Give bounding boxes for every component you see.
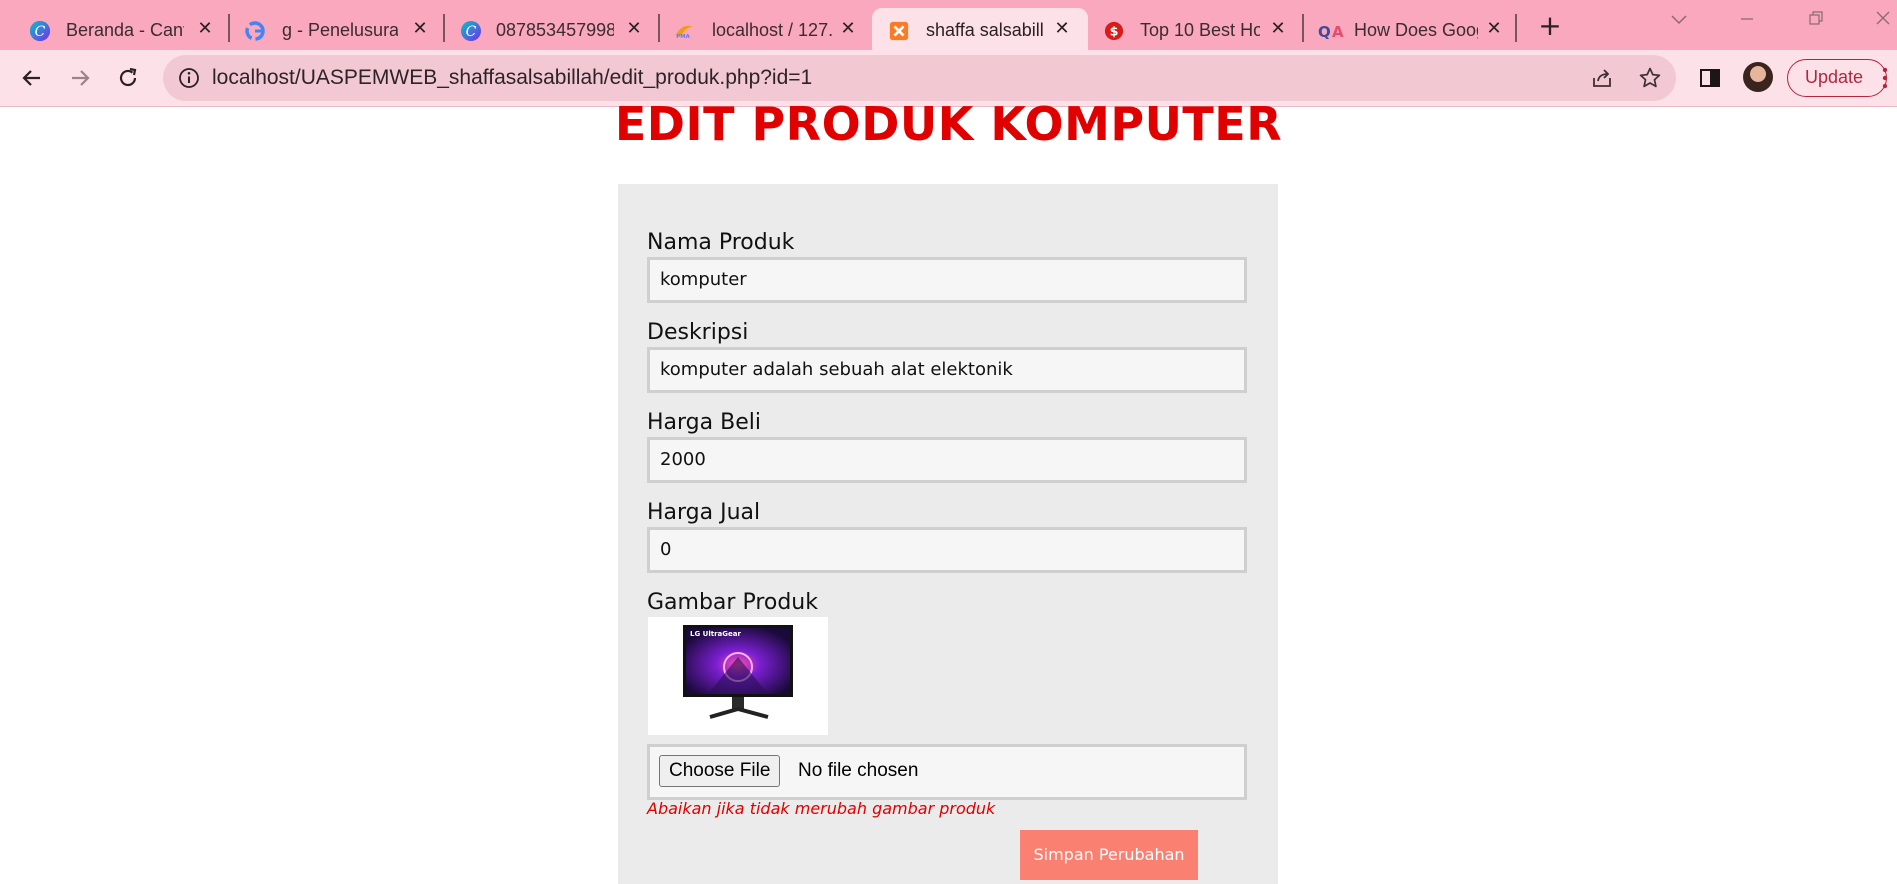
phpmyadmin-icon: PMA xyxy=(674,21,694,41)
tab-active[interactable]: shaffa salsabillah ✕ xyxy=(872,8,1088,50)
share-icon[interactable] xyxy=(1590,66,1614,90)
tab-canva[interactable]: C Beranda - Canva ✕ xyxy=(0,8,222,50)
tab-title: g - Penelusuran Google xyxy=(282,20,398,40)
restore-icon[interactable] xyxy=(1801,10,1831,34)
google-icon xyxy=(245,21,265,41)
chevron-down-icon[interactable] xyxy=(1664,10,1694,34)
tab-title: 087853457998 xyxy=(496,20,614,40)
browser-tab-strip: C Beranda - Canva ✕ g - Penelusuran Goog… xyxy=(0,0,1897,50)
reload-icon[interactable] xyxy=(112,62,144,94)
svg-text:PMA: PMA xyxy=(676,34,690,40)
site-info-icon[interactable] xyxy=(178,67,200,89)
new-tab-button[interactable]: + xyxy=(1534,10,1566,42)
page-title: EDIT PRODUK KOMPUTER xyxy=(614,97,1283,151)
close-icon[interactable]: ✕ xyxy=(1052,19,1072,39)
deskripsi-input[interactable]: komputer adalah sebuah alat elektonik xyxy=(647,347,1247,393)
close-icon[interactable]: ✕ xyxy=(624,19,644,39)
harga-jual-label: Harga Jual xyxy=(647,500,761,525)
close-window-icon[interactable] xyxy=(1868,10,1897,34)
close-icon[interactable]: ✕ xyxy=(838,19,858,39)
tab-how-does-google[interactable]: QA How Does Google ✕ xyxy=(1304,8,1520,50)
nama-produk-label: Nama Produk xyxy=(647,230,795,255)
svg-text:$: $ xyxy=(1110,24,1119,39)
tab-google[interactable]: g - Penelusuran Google ✕ xyxy=(220,8,442,50)
harga-beli-label: Harga Beli xyxy=(647,410,761,435)
tab-phpmyadmin[interactable]: PMA localhost / 127.0.0.1 ✕ xyxy=(652,8,872,50)
forward-arrow-icon[interactable] xyxy=(64,62,96,94)
canva-icon: C xyxy=(30,21,50,41)
file-status-text: No file chosen xyxy=(798,760,919,781)
gambar-produk-label: Gambar Produk xyxy=(647,590,818,615)
bookmark-star-icon[interactable] xyxy=(1638,66,1662,90)
back-arrow-icon[interactable] xyxy=(16,62,48,94)
product-image: LG UltraGear xyxy=(648,617,828,735)
nama-produk-input[interactable]: komputer xyxy=(647,257,1247,303)
harga-beli-input[interactable]: 2000 xyxy=(647,437,1247,483)
close-icon[interactable]: ✕ xyxy=(410,19,430,39)
dollar-icon: $ xyxy=(1104,21,1124,41)
update-button[interactable]: Update xyxy=(1787,59,1887,97)
svg-text:C: C xyxy=(466,24,477,40)
tab-title: How Does Google xyxy=(1354,20,1478,40)
xampp-icon xyxy=(889,21,909,41)
svg-text:A: A xyxy=(1332,23,1344,41)
canva-icon: C xyxy=(461,21,481,41)
deskripsi-label: Deskripsi xyxy=(647,320,749,345)
close-icon[interactable]: ✕ xyxy=(1268,19,1288,39)
image-hint-text: Abaikan jika tidak merubah gambar produk xyxy=(647,799,996,818)
more-menu-icon[interactable] xyxy=(1880,64,1890,92)
qa-icon: QA xyxy=(1318,21,1346,41)
tab-title: localhost / 127.0.0.1 xyxy=(712,20,832,40)
tab-hosting[interactable]: $ Top 10 Best Hosting ✕ xyxy=(1088,8,1304,50)
close-icon[interactable]: ✕ xyxy=(195,19,215,39)
svg-text:C: C xyxy=(35,24,46,40)
tab-title: Top 10 Best Hosting xyxy=(1140,20,1260,40)
minimize-icon[interactable] xyxy=(1732,10,1762,34)
profile-avatar[interactable] xyxy=(1743,62,1773,92)
choose-file-button[interactable]: Choose File xyxy=(659,755,781,787)
tab-canva-2[interactable]: C 087853457998 ✕ xyxy=(436,8,658,50)
save-changes-button[interactable]: Simpan Perubahan xyxy=(1020,830,1198,880)
svg-text:Q: Q xyxy=(1318,23,1331,41)
tab-title: Beranda - Canva xyxy=(66,20,184,40)
url-text[interactable]: localhost/UASPEMWEB_shaffasalsabillah/ed… xyxy=(212,64,812,92)
side-panel-icon[interactable] xyxy=(1698,66,1722,90)
update-label: Update xyxy=(1805,67,1864,87)
tab-separator xyxy=(1515,14,1517,42)
harga-jual-input[interactable]: 0 xyxy=(647,527,1247,573)
tab-title: shaffa salsabillah xyxy=(926,20,1044,40)
close-icon[interactable]: ✕ xyxy=(1484,19,1504,39)
file-input[interactable]: Choose File No file chosen xyxy=(647,744,1247,800)
image-brand-text: LG UltraGear xyxy=(690,630,741,638)
